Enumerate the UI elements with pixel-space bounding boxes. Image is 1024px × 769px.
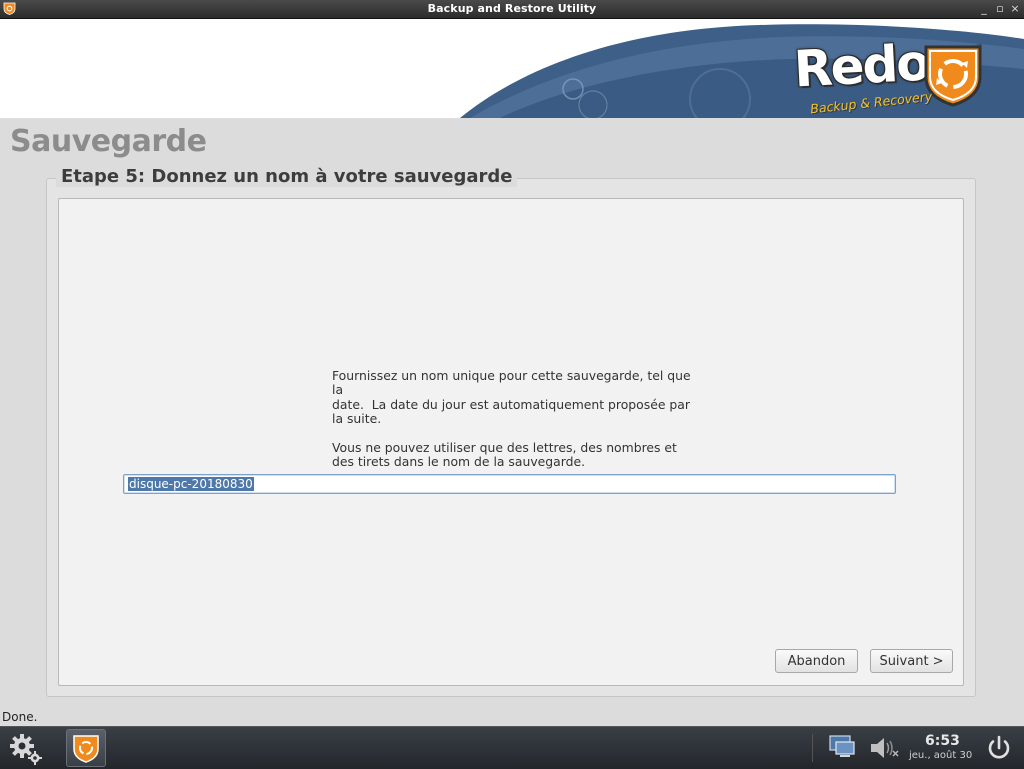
- power-icon[interactable]: [986, 735, 1012, 761]
- page-title: Sauvegarde: [10, 124, 207, 159]
- settings-gear-icon[interactable]: [8, 731, 42, 765]
- cancel-button[interactable]: Abandon: [775, 649, 858, 673]
- redo-taskbar-button[interactable]: [66, 729, 106, 767]
- window-titlebar: Backup and Restore Utility _ ▫ ×: [0, 0, 1024, 19]
- instructions-text: Fournissez un nom unique pour cette sauv…: [332, 368, 691, 470]
- redo-logo-tm: ™: [976, 43, 983, 51]
- status-text: Done.: [2, 710, 38, 724]
- network-icon[interactable]: [828, 734, 856, 760]
- backup-name-selected-text: disque-pc-20180830: [128, 477, 254, 491]
- maximize-icon[interactable]: ▫: [993, 1, 1007, 16]
- header-banner: Redo ™ Backup & Recovery: [0, 19, 1024, 118]
- redo-taskbar-icon: [73, 735, 99, 763]
- redo-logo-text: Redo: [792, 33, 930, 99]
- clock-time[interactable]: 6:53: [925, 733, 960, 749]
- redo-logo: Redo ™ Backup & Recovery: [790, 33, 990, 117]
- clock-date[interactable]: jeu., août 30: [909, 750, 972, 761]
- minimize-icon[interactable]: _: [977, 1, 991, 16]
- volume-muted-icon[interactable]: [868, 735, 900, 761]
- backup-name-input[interactable]: disque-pc-20180830: [123, 474, 896, 494]
- window-title: Backup and Restore Utility: [427, 2, 597, 15]
- step-title: Etape 5: Donnez un nom à votre sauvegard…: [56, 166, 518, 187]
- close-icon[interactable]: ×: [1008, 1, 1022, 16]
- tray-separator: [812, 734, 813, 762]
- next-button[interactable]: Suivant >: [870, 649, 953, 673]
